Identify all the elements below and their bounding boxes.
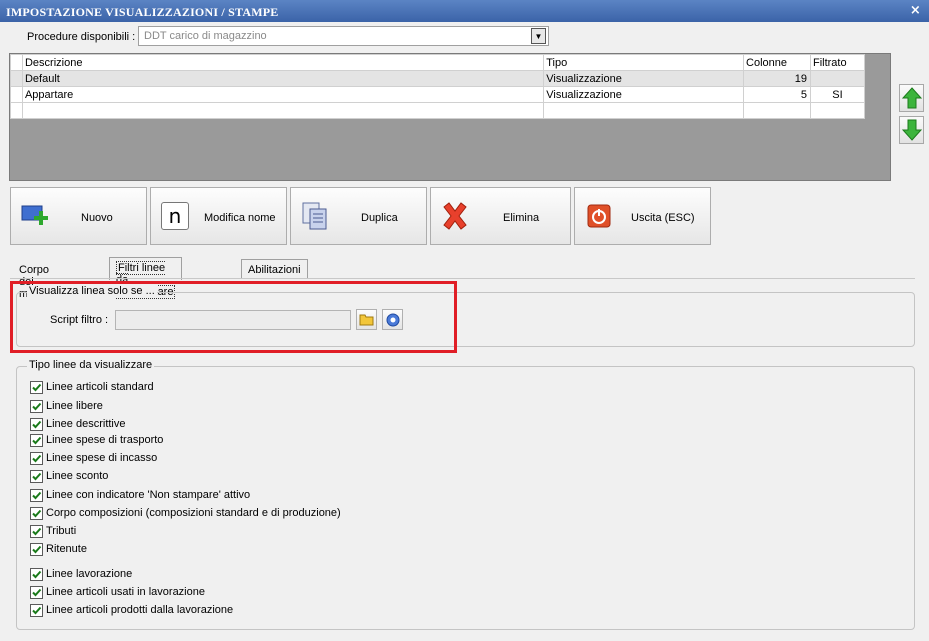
checkbox-label: Linee con indicatore 'Non stampare' atti… [46, 489, 251, 501]
tab-corpo-del-modello[interactable]: Corpo del modello [12, 259, 65, 300]
nuovo-button[interactable]: Nuovo [10, 187, 147, 245]
modifica-nome-button[interactable]: n Modifica nome [150, 187, 287, 245]
checkbox-label: Linee libere [46, 400, 103, 412]
checkbox-item[interactable]: Ritenute [30, 542, 87, 556]
tab-abilitazioni[interactable]: Abilitazioni [241, 259, 308, 279]
chevron-down-icon[interactable]: ▼ [531, 28, 546, 44]
duplica-button[interactable]: Duplica [290, 187, 427, 245]
checkbox[interactable] [30, 542, 43, 556]
duplicate-icon [299, 200, 331, 232]
arrow-down-icon [901, 119, 922, 141]
window-title: IMPOSTAZIONE VISUALIZZAZIONI / STAMPE [6, 5, 279, 19]
arrow-up-icon [901, 87, 922, 109]
cell-empty[interactable] [543, 102, 745, 119]
cell-empty[interactable] [743, 102, 811, 119]
checkbox-item[interactable]: Linee articoli standard [30, 380, 154, 394]
procedure-select[interactable]: DDT carico di magazzino ▼ [138, 26, 549, 46]
title-bar: IMPOSTAZIONE VISUALIZZAZIONI / STAMPE × [0, 0, 929, 22]
checkbox-label: Linee sconto [46, 470, 109, 482]
cell-empty[interactable] [21, 102, 545, 119]
checkbox-item[interactable]: Linee con indicatore 'Non stampare' atti… [30, 488, 250, 502]
checkbox[interactable] [30, 417, 43, 431]
checkbox[interactable] [30, 488, 43, 502]
checkbox-label: Linee descrittive [46, 418, 126, 430]
checkbox-label: Linee articoli usati in lavorazione [46, 586, 205, 598]
uscita-button[interactable]: Uscita (ESC) [574, 187, 711, 245]
checkbox[interactable] [30, 380, 43, 394]
checkbox-item[interactable]: Corpo composizioni (composizioni standar… [30, 506, 341, 520]
exit-icon [583, 200, 615, 232]
column-header-colonne[interactable]: Colonne [743, 54, 811, 71]
cell-filtrato[interactable]: SI [809, 86, 866, 103]
cell-descrizione[interactable]: Appartare [21, 86, 545, 103]
cell-colonne[interactable]: 5 [743, 86, 811, 103]
highlight-box [10, 281, 457, 353]
close-icon[interactable]: × [910, 3, 921, 18]
checkbox-label: Linee articoli prodotti dalla lavorazion… [46, 604, 234, 616]
elimina-label: Elimina [503, 212, 540, 224]
cell-descrizione[interactable]: Default [21, 70, 545, 87]
table-row-empty[interactable] [10, 102, 866, 119]
elimina-button[interactable]: Elimina [430, 187, 571, 245]
checkbox-item[interactable]: Linee spese di trasporto [30, 433, 163, 447]
checkbox[interactable] [30, 506, 43, 520]
procedure-label: Procedure disponibili : [27, 31, 136, 43]
tab-panel-border [10, 278, 915, 279]
checkbox[interactable] [30, 433, 43, 447]
checkbox-label: Ritenute [46, 543, 87, 555]
new-item-icon [19, 200, 51, 232]
checkbox-label: Linee spese di incasso [46, 452, 158, 464]
checkbox-label: Corpo composizioni (composizioni standar… [46, 507, 341, 519]
column-header-filtrato[interactable]: Filtrato [809, 54, 866, 71]
row-indicator [10, 54, 23, 71]
move-down-button[interactable] [899, 116, 924, 144]
uscita-label: Uscita (ESC) [631, 212, 695, 224]
cell-colonne[interactable]: 19 [743, 70, 811, 87]
checkbox-label: Linee lavorazione [46, 568, 133, 580]
checkbox[interactable] [30, 469, 43, 483]
procedure-select-value: DDT carico di magazzino [144, 30, 267, 42]
row-indicator [10, 70, 23, 87]
cell-filtrato[interactable] [809, 70, 866, 87]
duplica-label: Duplica [361, 212, 398, 224]
checkbox-item[interactable]: Linee descrittive [30, 417, 126, 431]
checkbox-label: Tributi [46, 525, 77, 537]
nuovo-label: Nuovo [81, 212, 113, 224]
row-indicator [10, 86, 23, 103]
checkbox[interactable] [30, 603, 43, 617]
cell-tipo[interactable]: Visualizzazione [543, 86, 745, 103]
column-header-tipo[interactable]: Tipo [543, 54, 745, 71]
cell-empty[interactable] [809, 102, 866, 119]
checkbox-item[interactable]: Linee libere [30, 399, 103, 413]
checkbox-label: Linee articoli standard [46, 381, 154, 393]
checkbox-item[interactable]: Tributi [30, 524, 76, 538]
delete-icon [439, 200, 471, 232]
grid-header-row: Descrizione Tipo Colonne Filtrato [10, 54, 866, 71]
table-row[interactable]: Default Visualizzazione 19 [10, 70, 866, 87]
checkbox[interactable] [30, 567, 43, 581]
table-row[interactable]: Appartare Visualizzazione 5 SI [10, 86, 866, 103]
column-header-descrizione[interactable]: Descrizione [21, 54, 545, 71]
checkbox-item[interactable]: Linee spese di incasso [30, 451, 157, 465]
checkbox-item[interactable]: Linee lavorazione [30, 567, 132, 581]
modifica-nome-label: Modifica nome [204, 212, 276, 224]
cell-tipo[interactable]: Visualizzazione [543, 70, 745, 87]
checkbox-item[interactable]: Linee articoli usati in lavorazione [30, 585, 205, 599]
views-grid: Descrizione Tipo Colonne Filtrato Defaul… [9, 53, 891, 181]
checkbox[interactable] [30, 451, 43, 465]
checkbox-item[interactable]: Linee articoli prodotti dalla lavorazion… [30, 603, 233, 617]
rename-icon: n [159, 200, 191, 232]
row-indicator [10, 102, 23, 119]
tab-filtri-linee[interactable]: Filtri linee da visualizzare [109, 257, 183, 299]
checkbox[interactable] [30, 524, 43, 538]
move-up-button[interactable] [899, 84, 924, 112]
checkbox-item[interactable]: Linee sconto [30, 469, 108, 483]
checkbox-label: Linee spese di trasporto [46, 434, 164, 446]
checkbox[interactable] [30, 399, 43, 413]
checkbox[interactable] [30, 585, 43, 599]
types-group-legend: Tipo linee da visualizzare [27, 359, 155, 371]
